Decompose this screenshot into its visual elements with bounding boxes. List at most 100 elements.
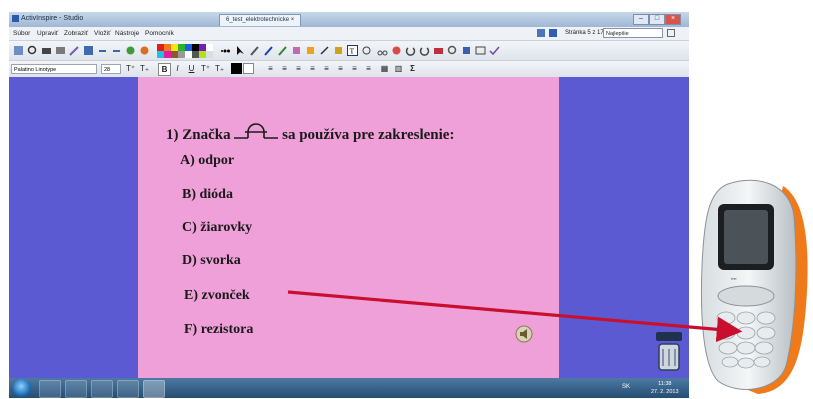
select-tool-icon[interactable]: [235, 45, 246, 56]
speaker-icon[interactable]: [513, 323, 535, 345]
zoom-select[interactable]: Najlepšie prispôsobenie: [603, 28, 663, 47]
phone-brand-logo: ▪▪▪▪: [731, 276, 737, 281]
grid-icon[interactable]: [537, 29, 545, 37]
menu-view[interactable]: Zobraziť: [64, 30, 88, 37]
grow-font-button[interactable]: T⁺: [125, 63, 136, 74]
shape-icon[interactable]: [305, 45, 316, 56]
rotate-right-icon[interactable]: [419, 45, 430, 56]
clip-icon[interactable]: [361, 45, 372, 56]
document-tab-label: 6_test_elektrotechnicke: [226, 17, 290, 23]
magnifier-icon[interactable]: [461, 45, 472, 56]
highlighter-icon[interactable]: [263, 45, 274, 56]
delete-icon[interactable]: [391, 45, 402, 56]
menu-tools[interactable]: Nástroje: [115, 30, 139, 37]
redo-icon[interactable]: [111, 45, 122, 56]
page-counter: Stránka 5 z 17: [565, 30, 604, 36]
sigma-button[interactable]: Σ: [407, 63, 418, 74]
trash-bin-icon[interactable]: [654, 332, 684, 372]
answer-letter: A): [180, 153, 195, 168]
menu-help[interactable]: Pomocník: [145, 30, 174, 37]
image-icon[interactable]: [55, 45, 66, 56]
scissors-icon[interactable]: [377, 45, 388, 56]
superscript-button[interactable]: T⁺: [200, 63, 211, 74]
refresh-icon[interactable]: [125, 45, 136, 56]
shrink-font-button[interactable]: T₊: [139, 63, 150, 74]
mobile-phone-image: ▪▪▪▪: [700, 179, 808, 394]
align-left-icon[interactable]: ≡: [265, 63, 276, 74]
page-browser-icon[interactable]: [549, 29, 557, 37]
font-select[interactable]: Palatino Linotype: [11, 64, 97, 74]
close-icon[interactable]: ×: [665, 14, 681, 25]
camera-icon[interactable]: [433, 45, 444, 56]
pen-icon[interactable]: [69, 45, 80, 56]
screen-icon[interactable]: [475, 45, 486, 56]
align-right-icon[interactable]: ≡: [293, 63, 304, 74]
bullets-icon[interactable]: ≡: [363, 63, 374, 74]
clock-icon[interactable]: [139, 45, 150, 56]
ie-icon[interactable]: [39, 380, 61, 398]
question-number: 1): [166, 127, 179, 143]
connector-icon[interactable]: [319, 45, 330, 56]
dropdown-icon[interactable]: [667, 29, 675, 37]
answer-b[interactable]: B) dióda: [182, 187, 233, 203]
answer-c[interactable]: C) žiarovky: [182, 220, 252, 236]
menu-bar: Súbor Upraviť Zobraziť Vložiť Nástroje P…: [9, 27, 689, 47]
app-icon: [12, 15, 19, 22]
maximize-icon[interactable]: □: [649, 14, 665, 25]
clock[interactable]: 11:38 27. 2. 2013: [651, 380, 679, 396]
paint-icon[interactable]: [333, 45, 344, 56]
underline-button[interactable]: U: [186, 63, 197, 74]
rotate-left-icon[interactable]: [405, 45, 416, 56]
activinspire-window: ActivInspire - Studio 6_test_elektrotech…: [9, 12, 689, 398]
text-color-icon[interactable]: [231, 63, 242, 74]
line-spacing-icon[interactable]: ≡: [321, 63, 332, 74]
answer-text: odpor: [198, 153, 235, 168]
explorer-app-icon[interactable]: [65, 380, 87, 398]
menu-edit[interactable]: Upraviť: [37, 30, 58, 37]
outdent-icon[interactable]: ≡: [349, 63, 360, 74]
tools-app-icon[interactable]: [91, 380, 113, 398]
folder-icon[interactable]: [117, 380, 139, 398]
minimize-icon[interactable]: –: [633, 14, 649, 25]
bell-symbol-icon: [234, 123, 279, 139]
app-title: ActivInspire - Studio: [21, 15, 84, 22]
fill-icon[interactable]: [291, 45, 302, 56]
subscript-button[interactable]: T₊: [214, 63, 225, 74]
color-palette-icon[interactable]: [157, 44, 213, 58]
clock-date: 27. 2. 2013: [651, 389, 679, 395]
indent-icon[interactable]: ≡: [335, 63, 346, 74]
magnify-icon[interactable]: [27, 45, 38, 56]
font-size-select[interactable]: 28: [101, 64, 121, 74]
check-icon[interactable]: [489, 45, 500, 56]
menu-insert[interactable]: Vložiť: [94, 30, 111, 37]
question-text-after: sa používa pre zakreslenie:: [282, 127, 455, 143]
selection-icon[interactable]: [13, 45, 24, 56]
menu-file[interactable]: Súbor: [13, 30, 30, 37]
answer-a[interactable]: A) odpor: [180, 153, 234, 169]
pen-width-icon[interactable]: [219, 45, 230, 56]
highlight-color-icon[interactable]: [243, 63, 254, 74]
marker-icon[interactable]: [249, 45, 260, 56]
flipchart-canvas: 1) Značka sa používa pre zakreslenie: A)…: [9, 77, 689, 378]
justify-icon[interactable]: ≡: [307, 63, 318, 74]
zoom-tool-icon[interactable]: [447, 45, 458, 56]
question: 1) Značka sa používa pre zakreslenie:: [166, 119, 454, 144]
answer-e[interactable]: E) zvonček: [184, 288, 250, 304]
bold-button[interactable]: B: [158, 63, 171, 76]
start-button[interactable]: [13, 379, 31, 397]
page-icon[interactable]: [41, 45, 52, 56]
eraser-icon[interactable]: [277, 45, 288, 56]
answer-letter: E): [184, 288, 198, 303]
text-tool-icon[interactable]: T: [347, 45, 358, 56]
layers-icon[interactable]: [83, 45, 94, 56]
italic-button[interactable]: I: [172, 63, 183, 74]
document-tab[interactable]: 6_test_elektrotechnicke ×: [219, 14, 302, 26]
undo-icon[interactable]: [97, 45, 108, 56]
answer-f[interactable]: F) rezistora: [184, 322, 253, 338]
activinspire-task-icon[interactable]: [143, 380, 165, 398]
table-icon[interactable]: ▦: [379, 63, 390, 74]
align-center-icon[interactable]: ≡: [279, 63, 290, 74]
language-indicator[interactable]: SK: [622, 384, 630, 390]
answer-d[interactable]: D) svorka: [182, 253, 241, 269]
columns-icon[interactable]: ▥: [393, 63, 404, 74]
